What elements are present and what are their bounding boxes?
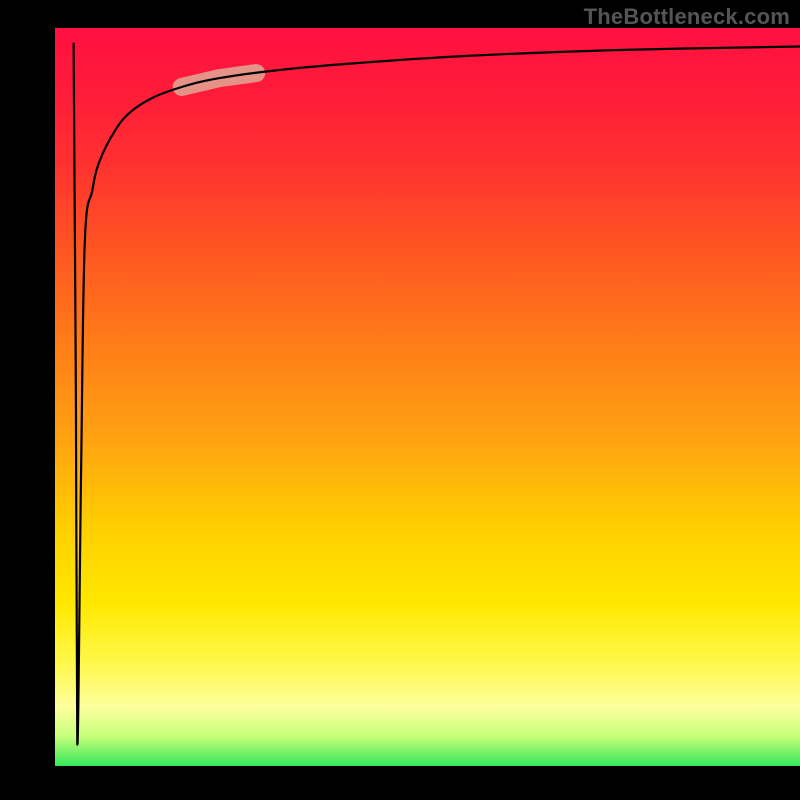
plot-area xyxy=(55,28,800,766)
chart-frame: TheBottleneck.com xyxy=(0,0,800,800)
watermark-text: TheBottleneck.com xyxy=(584,4,790,30)
curve-svg xyxy=(55,28,800,766)
curve-line xyxy=(74,43,800,745)
